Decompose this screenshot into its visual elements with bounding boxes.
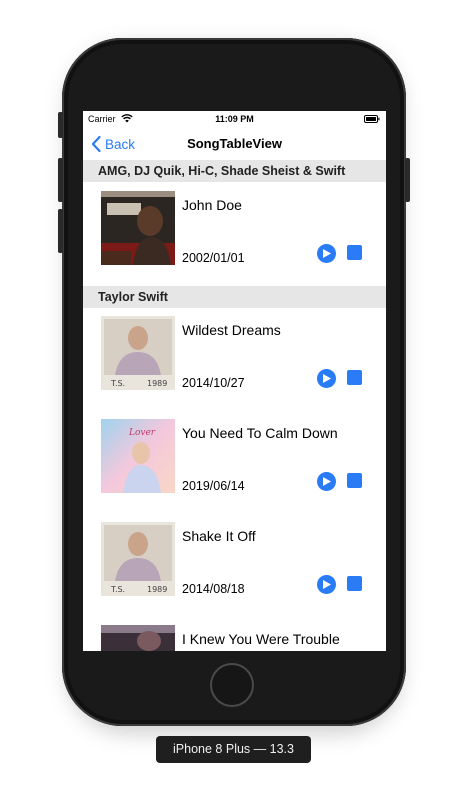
- song-title: Wildest Dreams: [182, 322, 281, 338]
- song-title: Shake It Off: [182, 528, 256, 544]
- song-date: 2002/01/01: [182, 251, 245, 265]
- svg-text:1989: 1989: [147, 379, 167, 388]
- song-row[interactable]: Lover You Need To Calm Down 2019/06/14: [83, 410, 386, 514]
- song-date: 2014/10/27: [182, 376, 245, 390]
- album-art: [101, 625, 175, 651]
- status-bar: Carrier 11:09 PM: [83, 111, 386, 127]
- screen: Carrier 11:09 PM Back SongTableView AMG,…: [83, 111, 386, 651]
- song-row[interactable]: T.S. 1989 Wildest Dreams 2014/10/27: [83, 307, 386, 411]
- power-button: [405, 158, 410, 202]
- nav-title: SongTableView: [187, 136, 282, 151]
- svg-text:T.S.: T.S.: [110, 585, 125, 594]
- song-date: 2014/08/18: [182, 582, 245, 596]
- album-art: T.S. 1989: [101, 522, 175, 596]
- play-icon: [323, 580, 331, 589]
- status-time: 11:09 PM: [215, 114, 254, 124]
- song-date: 2019/06/14: [182, 479, 245, 493]
- device-label: iPhone 8 Plus — 13.3: [156, 736, 311, 763]
- svg-text:Lover: Lover: [128, 428, 156, 438]
- stop-button[interactable]: [347, 473, 362, 488]
- play-button[interactable]: [317, 244, 336, 263]
- play-button[interactable]: [317, 472, 336, 491]
- album-art: T.S. 1989: [101, 316, 175, 390]
- home-button[interactable]: [210, 663, 254, 707]
- stop-button[interactable]: [347, 576, 362, 591]
- volume-up-button: [58, 158, 63, 202]
- section-header: AMG, DJ Quik, Hi-C, Shade Sheist & Swift: [83, 160, 386, 182]
- mute-switch: [58, 112, 63, 138]
- stop-button[interactable]: [347, 370, 362, 385]
- svg-text:T.S.: T.S.: [110, 379, 125, 388]
- svg-text:1989: 1989: [147, 585, 167, 594]
- volume-down-button: [58, 209, 63, 253]
- navigation-bar: Back SongTableView: [83, 127, 386, 159]
- album-art: [101, 191, 175, 265]
- battery-icon: [364, 115, 380, 123]
- song-title: John Doe: [182, 197, 242, 213]
- album-art: Lover: [101, 419, 175, 493]
- play-icon: [323, 249, 331, 258]
- song-title: I Knew You Were Trouble: [182, 631, 340, 647]
- song-row[interactable]: I Knew You Were Trouble: [83, 616, 386, 651]
- play-button[interactable]: [317, 369, 336, 388]
- song-row[interactable]: John Doe 2002/01/01: [83, 182, 386, 286]
- section-header: Taylor Swift: [83, 286, 386, 308]
- song-row[interactable]: T.S. 1989 Shake It Off 2014/08/18: [83, 513, 386, 617]
- play-icon: [323, 477, 331, 486]
- play-icon: [323, 374, 331, 383]
- play-button[interactable]: [317, 575, 336, 594]
- song-title: You Need To Calm Down: [182, 425, 338, 441]
- stop-button[interactable]: [347, 245, 362, 260]
